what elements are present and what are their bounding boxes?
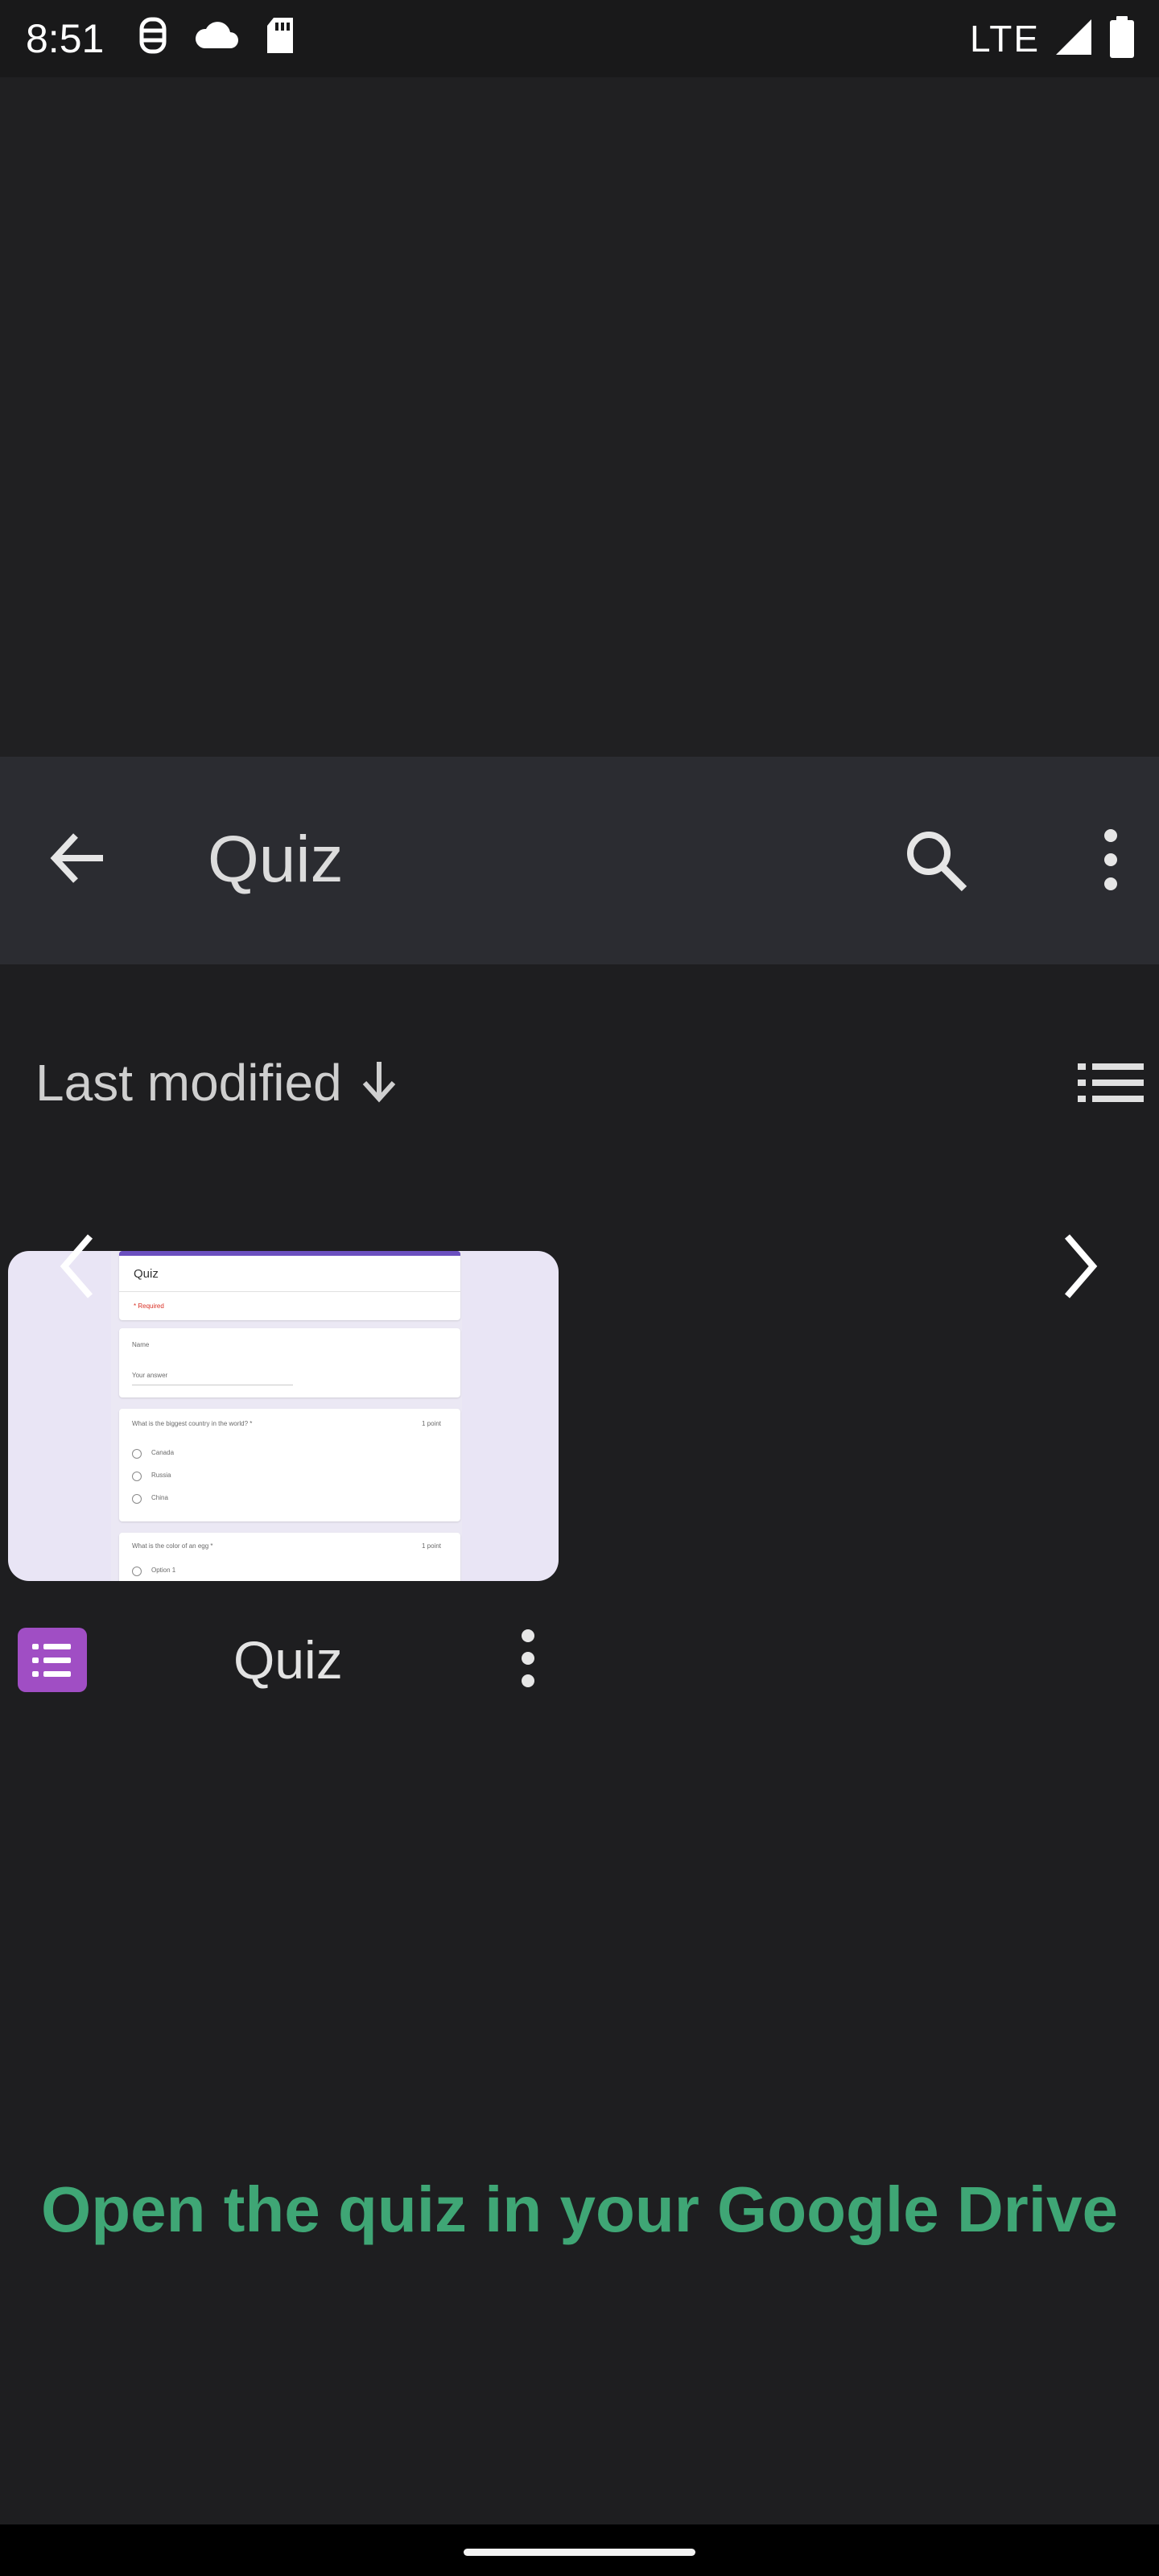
form-preview-q1-points: 1 point (422, 1420, 442, 1427)
more-options-button[interactable] (1070, 821, 1151, 902)
sort-control[interactable]: Last modified (35, 1046, 398, 1119)
form-preview-question-2: What is the color of an egg * 1 point Op… (119, 1533, 460, 1581)
debug-icon (135, 16, 171, 59)
file-more-button[interactable] (493, 1620, 563, 1700)
google-forms-icon (18, 1628, 87, 1692)
form-preview-q2-option-1: Option 1 (151, 1567, 176, 1574)
form-preview-divider (119, 1291, 460, 1292)
carousel-next-button[interactable] (1046, 1224, 1111, 1312)
drive-screen: Quiz Last modified Quiz * Required Name … (0, 757, 1159, 2334)
file-item[interactable]: Quiz (0, 1620, 563, 1700)
form-preview-name-block: Name Your answer (119, 1328, 460, 1397)
video-top-area (0, 77, 1159, 757)
signal-icon (1053, 16, 1095, 62)
status-icons-left (135, 16, 296, 59)
status-time: 8:51 (26, 16, 105, 61)
form-preview-title: Quiz (134, 1267, 159, 1281)
page-title: Quiz (208, 823, 344, 896)
status-icons-right: LTE (970, 13, 1136, 64)
form-preview-name-label: Name (132, 1341, 150, 1348)
form-preview-q1-option-1: Canada (151, 1449, 175, 1456)
radio-option (132, 1449, 142, 1459)
list-view-button[interactable] (1070, 1048, 1151, 1121)
more-vert-icon (1099, 828, 1123, 896)
form-preview-question-1: What is the biggest country in the world… (119, 1409, 460, 1521)
search-icon (901, 826, 969, 898)
network-type: LTE (970, 18, 1040, 60)
form-preview: Quiz * Required Name Your answer What is… (111, 1251, 462, 1581)
radio-option (132, 1472, 142, 1481)
sd-card-icon (264, 16, 296, 59)
arrow-back-icon (45, 826, 109, 894)
form-preview-q1-option-3: China (151, 1494, 168, 1501)
chevron-left-icon (55, 1230, 103, 1307)
form-preview-q2: What is the color of an egg * (132, 1542, 213, 1550)
radio-option (132, 1567, 142, 1576)
search-button[interactable] (895, 821, 975, 902)
status-bar: 8:51 LTE (0, 0, 1159, 77)
more-vert-icon (518, 1628, 538, 1693)
home-indicator[interactable] (464, 2549, 695, 2556)
form-preview-header: Quiz * Required (119, 1251, 460, 1320)
chevron-right-icon (1054, 1230, 1103, 1307)
battery-icon (1107, 14, 1136, 64)
back-button[interactable] (37, 819, 118, 900)
form-preview-q1: What is the biggest country in the world… (132, 1420, 253, 1427)
arrow-down-icon (360, 1059, 398, 1108)
list-view-icon (1076, 1060, 1145, 1109)
form-preview-q1-option-2: Russia (151, 1472, 171, 1479)
file-name: Quiz (233, 1630, 343, 1690)
screen: 8:51 LTE Quiz Last modified Quiz * Requi… (0, 0, 1159, 2576)
cloud-icon (193, 19, 241, 56)
sort-label: Last modified (35, 1054, 342, 1112)
form-preview-required: * Required (134, 1302, 164, 1310)
form-preview-q2-points: 1 point (422, 1542, 442, 1550)
instruction-caption: Open the quiz in your Google Drive (41, 2174, 1118, 2245)
form-preview-name-placeholder: Your answer (132, 1372, 168, 1379)
app-bar: Quiz (0, 757, 1159, 964)
carousel-prev-button[interactable] (47, 1224, 111, 1312)
radio-option (132, 1494, 142, 1504)
